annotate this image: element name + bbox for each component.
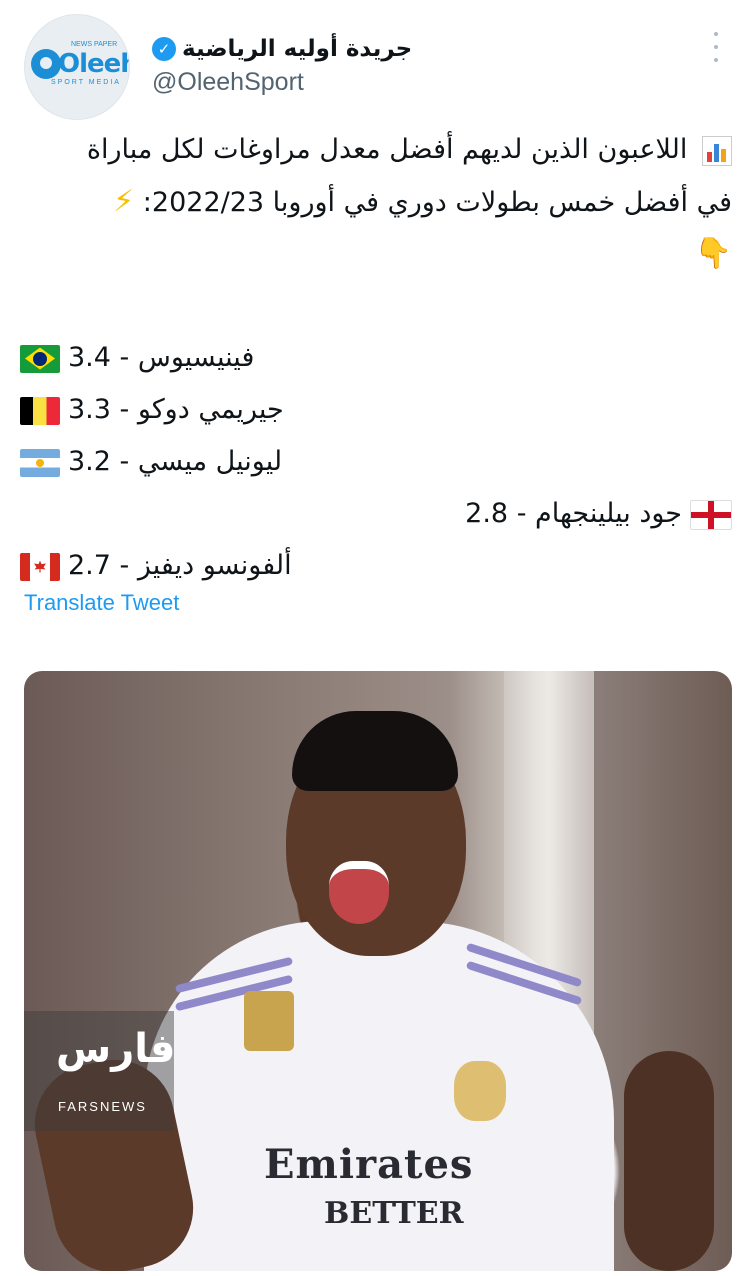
verified-badge-icon: ✓: [152, 37, 176, 61]
translate-tweet-link[interactable]: Translate Tweet: [24, 590, 179, 616]
separator: -: [110, 446, 138, 477]
tweet-media-image[interactable]: Emirates BETTER فارس FARSNEWS: [24, 671, 732, 1271]
display-name[interactable]: جريدة أوليه الرياضية: [182, 36, 412, 62]
player-name: جود بيلينجهام: [535, 498, 682, 529]
brazil-flag-icon: [20, 344, 60, 373]
belgium-flag-icon: [20, 396, 60, 425]
name-row[interactable]: ✓ جريدة أوليه الرياضية: [152, 34, 412, 64]
farsnews-watermark-text: FARSNEWS: [58, 1099, 147, 1114]
tweet-line-text: في أفضل خمس بطولات دوري في أوروبا 2022/2…: [142, 187, 732, 218]
user-handle[interactable]: @OleehSport: [152, 68, 304, 97]
separator: -: [110, 394, 138, 425]
player-row: 3.4 - فينيسيوس: [20, 332, 732, 384]
tweet-line-3: 👇: [20, 228, 732, 280]
player-hair: [292, 711, 458, 791]
tweet-header: NEWS PAPER Oleeh SPORT MEDIA ✓ جريدة أول…: [24, 14, 728, 120]
tweet-line-1: اللاعبون الذين لديهم أفضل معدل مراوغات ل…: [20, 124, 732, 176]
more-options-icon[interactable]: [706, 32, 726, 62]
avatar[interactable]: NEWS PAPER Oleeh SPORT MEDIA: [24, 14, 130, 120]
england-flag-icon: [690, 499, 732, 530]
player-row: 3.2 - ليونيل ميسي: [20, 436, 732, 488]
separator: -: [508, 498, 536, 529]
player-row: 2.7 - ألفونسو ديفيز: [20, 540, 732, 592]
player-name: فينيسيوس: [137, 342, 255, 373]
tweet-text: اللاعبون الذين لديهم أفضل معدل مراوغات ل…: [20, 124, 732, 592]
player-name: ألفونسو ديفيز: [137, 550, 292, 581]
player-name: ليونيل ميسي: [137, 446, 283, 477]
farsnews-watermark-logo: فارس: [56, 1026, 176, 1072]
player-row: 3.3 - جيريمي دوكو: [20, 384, 732, 436]
avatar-logo-text: Oleeh: [58, 49, 130, 79]
player-value: 3.2: [68, 446, 111, 477]
league-badge: [244, 991, 294, 1051]
jersey-sponsor-sub: BETTER: [324, 1196, 464, 1231]
player-arm-right: [624, 1051, 714, 1271]
player-value: 3.3: [68, 394, 111, 425]
player-value: 3.4: [68, 342, 111, 373]
club-crest: [454, 1061, 506, 1121]
argentina-flag-icon: [20, 448, 60, 477]
separator: -: [110, 342, 138, 373]
player-value: 2.7: [68, 550, 111, 581]
separator: -: [110, 550, 138, 581]
player-row: جود بيلينجهام - 2.8: [20, 488, 732, 540]
logo-mark: [31, 49, 61, 79]
jersey-sponsor: Emirates: [264, 1141, 474, 1188]
tweet-line-2: في أفضل خمس بطولات دوري في أوروبا 2022/2…: [20, 176, 732, 228]
player-name: جيريمي دوكو: [137, 394, 284, 425]
player-mouth: [329, 861, 389, 924]
avatar-logo-top: NEWS PAPER: [71, 41, 118, 48]
pointing-down-emoji-icon: 👇: [694, 236, 732, 271]
avatar-logo-sub: SPORT MEDIA: [51, 79, 121, 86]
player-value: 2.8: [465, 498, 509, 529]
tweet-line-text: اللاعبون الذين لديهم أفضل معدل مراوغات ل…: [86, 134, 688, 165]
canada-flag-icon: [20, 552, 60, 581]
lightning-emoji-icon: ⚡: [113, 184, 135, 219]
chart-emoji-icon: [702, 135, 732, 166]
